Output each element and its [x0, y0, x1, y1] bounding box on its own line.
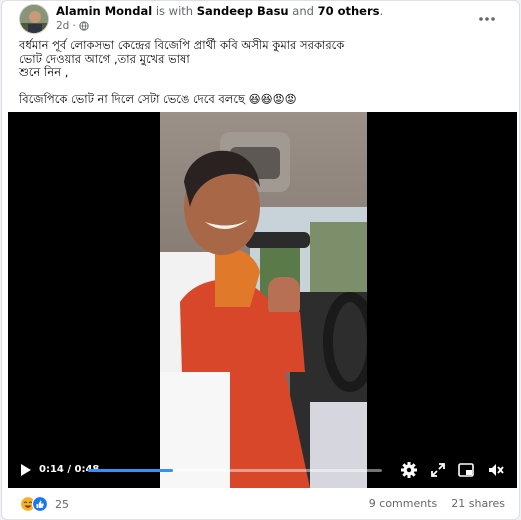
video-still-image: [160, 112, 367, 488]
separator-dot: ·: [72, 20, 76, 32]
reaction-icons: [19, 495, 49, 513]
post-text-line: বিজেপিকে ভোট না দিলে সেটা ভেঙে দেবে বলছে: [19, 91, 245, 106]
comments-count[interactable]: 9 comments: [369, 497, 438, 510]
current-time: 0:14: [39, 464, 64, 475]
post-card: Alamin Mondal is with Sandeep Basu and 7…: [1, 0, 520, 520]
post-meta-line: Alamin Mondal is with Sandeep Basu and 7…: [56, 4, 383, 18]
avatar-image: [20, 5, 48, 33]
play-icon[interactable]: [16, 461, 34, 479]
globe-icon: [79, 21, 89, 31]
post-time[interactable]: 2d: [56, 19, 69, 33]
shares-count[interactable]: 21 shares: [451, 497, 505, 510]
with-text: is with: [155, 4, 194, 18]
emoji-group: 😆😆😡😡: [248, 91, 297, 106]
video-frame: [160, 112, 367, 488]
engagement-counts: 9 comments 21 shares: [369, 497, 505, 510]
mute-icon[interactable]: [487, 461, 505, 479]
avatar[interactable]: [19, 4, 49, 34]
progress-fill: [88, 469, 174, 472]
others-link[interactable]: 70 others: [318, 4, 380, 18]
video-controls: 0:14 / 0:48: [8, 452, 517, 488]
time-separator: /: [63, 464, 75, 475]
progress-bar[interactable]: [88, 469, 382, 472]
post-subline: 2d ·: [56, 19, 89, 33]
more-options-icon[interactable]: [477, 11, 497, 25]
fullscreen-icon[interactable]: [429, 461, 447, 479]
post-text-line: শুনে নিন ,: [19, 65, 69, 79]
author-name[interactable]: Alamin Mondal: [56, 4, 152, 18]
reactions-summary[interactable]: 25: [19, 495, 69, 513]
reaction-count: 25: [55, 497, 69, 511]
video-player[interactable]: 0:14 / 0:48: [8, 112, 517, 488]
post-text-line-emoji: বিজেপিকে ভোট না দিলে সেটা ভেঙে দেবে বলছে…: [19, 91, 509, 107]
tagged-name[interactable]: Sandeep Basu: [197, 4, 289, 18]
post-text-line: ভোট দেওয়ার আগে ,তার মুখের ভাষা: [19, 51, 190, 66]
picture-in-picture-icon[interactable]: [457, 461, 475, 479]
post-footer: 25 9 comments 21 shares: [19, 495, 505, 513]
post-header: Alamin Mondal is with Sandeep Basu and 7…: [19, 4, 509, 34]
post-text-line: বর্ধমান পূর্ব লোকসভা কেন্দ্রের বিজেপি প্…: [19, 38, 345, 52]
others-suffix: .: [379, 4, 384, 18]
settings-gear-icon[interactable]: [400, 461, 418, 479]
post-text: বর্ধমান পূর্ব লোকসভা কেন্দ্রের বিজেপি প্…: [19, 38, 509, 107]
and-text: and: [292, 4, 314, 18]
